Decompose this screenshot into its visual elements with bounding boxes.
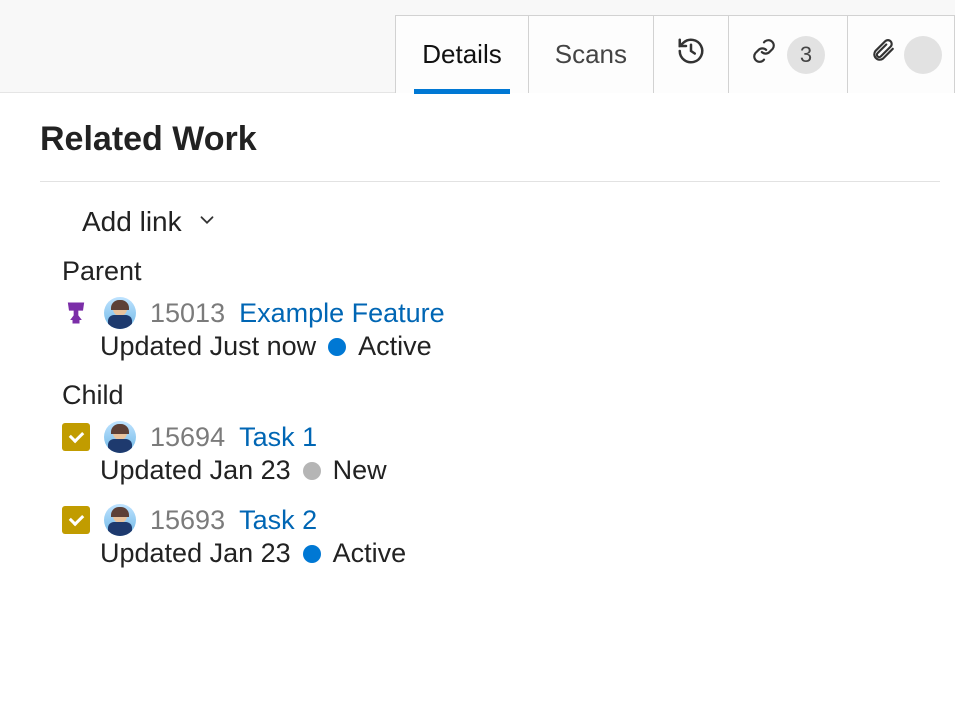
work-item-id: 15694 <box>150 422 225 453</box>
updated-text: Updated Jan 23 <box>100 538 291 569</box>
avatar <box>104 297 136 329</box>
state-label: Active <box>333 538 407 569</box>
group-child-label: Child <box>62 380 940 411</box>
attachment-icon <box>870 36 896 73</box>
avatar <box>104 504 136 536</box>
work-item-title-link[interactable]: Example Feature <box>239 298 445 329</box>
work-item-title-link[interactable]: Task 1 <box>239 422 317 453</box>
tab-attachments[interactable] <box>847 15 955 93</box>
updated-text: Updated Jan 23 <box>100 455 291 486</box>
section-title: Related Work <box>40 120 940 182</box>
work-item-child[interactable]: 15693 Task 2 <box>62 504 940 536</box>
tab-scans-label: Scans <box>555 39 627 70</box>
history-icon <box>676 36 706 73</box>
tab-details[interactable]: Details <box>395 15 528 93</box>
work-item-title-link[interactable]: Task 2 <box>239 505 317 536</box>
status-dot-icon <box>328 338 346 356</box>
state-label: Active <box>358 331 432 362</box>
avatar <box>104 421 136 453</box>
tab-details-label: Details <box>422 39 501 70</box>
links-count-badge: 3 <box>787 36 825 74</box>
group-parent-label: Parent <box>62 256 940 287</box>
task-icon <box>62 506 90 534</box>
tab-history[interactable] <box>653 15 729 93</box>
work-item-child[interactable]: 15694 Task 1 <box>62 421 940 453</box>
state-label: New <box>333 455 387 486</box>
work-item-meta: Updated Jan 23 New <box>100 455 940 486</box>
attachments-count-cutoff <box>904 36 942 74</box>
add-link-button[interactable]: Add link <box>82 206 940 238</box>
task-icon <box>62 423 90 451</box>
feature-icon <box>62 299 90 327</box>
status-dot-icon <box>303 462 321 480</box>
chevron-down-icon <box>196 206 218 238</box>
link-icon <box>751 38 777 71</box>
work-item-id: 15693 <box>150 505 225 536</box>
updated-text: Updated Just now <box>100 331 316 362</box>
work-item-meta: Updated Jan 23 Active <box>100 538 940 569</box>
add-link-label: Add link <box>82 206 182 238</box>
work-item-parent[interactable]: 15013 Example Feature <box>62 297 940 329</box>
work-item-id: 15013 <box>150 298 225 329</box>
status-dot-icon <box>303 545 321 563</box>
work-item-meta: Updated Just now Active <box>100 331 940 362</box>
tab-scans[interactable]: Scans <box>528 15 654 93</box>
tab-links[interactable]: 3 <box>728 15 848 93</box>
tab-strip: Details Scans 3 <box>0 0 955 93</box>
